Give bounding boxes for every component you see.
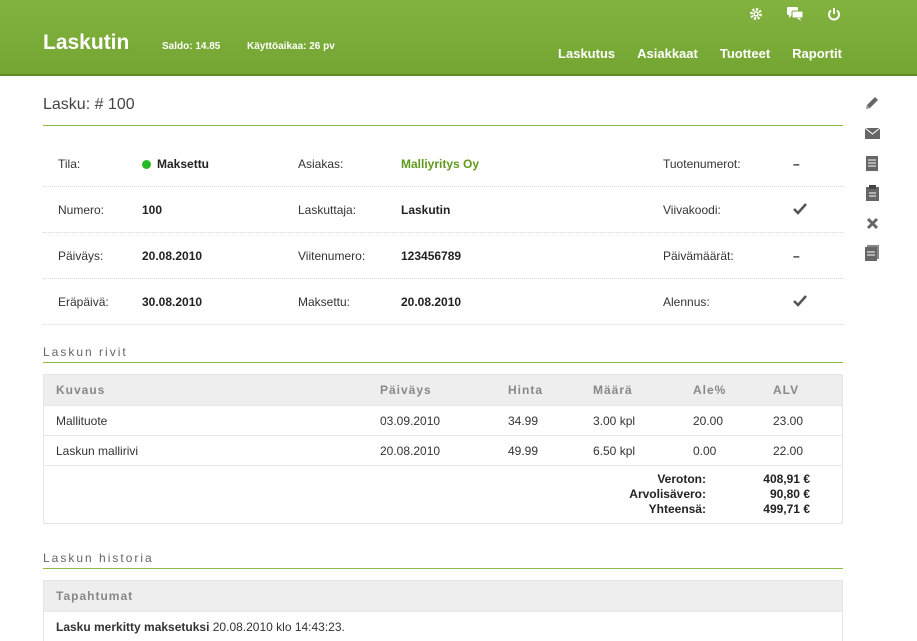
table-row: Laskun mallirivi 20.08.2010 49.99 6.50 k… (44, 435, 842, 465)
paid-value: 20.08.2010 (401, 295, 462, 309)
envelope-icon[interactable] (863, 124, 881, 142)
nav-raportit[interactable]: Raportit (792, 46, 842, 61)
table-cell: 20.08.2010 (380, 444, 441, 458)
power-icon[interactable] (825, 5, 842, 22)
saldo-text: Saldo: 14.85 (162, 41, 221, 52)
clipboard-icon[interactable] (863, 184, 881, 202)
biller-label: Laskuttaja: (298, 203, 357, 217)
info-row: Päiväys: 20.08.2010 Viitenumero: 1234567… (43, 233, 843, 279)
net-total-label: Veroton: (657, 472, 706, 486)
check-icon (793, 295, 807, 310)
info-row: Numero: 100 Laskuttaja: Laskutin Viivako… (43, 187, 843, 233)
title-divider (43, 125, 843, 126)
invoice-rows-table: Kuvaus Päiväys Hinta Määrä Ale% ALV Mall… (43, 374, 843, 524)
column-header[interactable]: Kuvaus (56, 383, 105, 397)
info-row: Tila: Maksettu Asiakas: Malliyritys Oy T… (43, 141, 843, 187)
nav-asiakkaat[interactable]: Asiakkaat (637, 46, 698, 61)
date-label: Päiväys: (58, 249, 104, 263)
product-numbers-label: Tuotenumerot: (663, 157, 741, 171)
reference-value: 123456789 (401, 249, 462, 263)
history-section-title: Laskun historia (43, 551, 154, 565)
table-header: Kuvaus Päiväys Hinta Määrä Ale% ALV (44, 375, 842, 405)
history-table: Tapahtumat Lasku merkitty maksetuksi 20.… (43, 580, 843, 641)
status-badge: Maksettu (142, 157, 209, 171)
table-cell: 0.00 (693, 444, 717, 458)
column-header[interactable]: ALV (773, 383, 799, 397)
vat-label: Arvolisävero: (629, 487, 706, 501)
vat-value: 90,80 € (769, 487, 810, 501)
invoice-info: Tila: Maksettu Asiakas: Malliyritys Oy T… (43, 141, 843, 325)
history-section-divider (43, 568, 843, 569)
gear-icon[interactable] (747, 5, 764, 22)
top-icons (747, 5, 842, 22)
status-dot (142, 160, 151, 169)
due-date-value: 30.08.2010 (142, 295, 203, 309)
copy-icon[interactable] (863, 244, 881, 262)
column-header[interactable]: Hinta (508, 383, 543, 397)
history-header: Tapahtumat (44, 581, 842, 611)
history-row: Lasku merkitty maksetuksi 20.08.2010 klo… (44, 611, 842, 641)
barcode-label: Viivakoodi: (663, 203, 721, 217)
history-event-time: 20.08.2010 klo 14:43:23. (209, 620, 345, 634)
column-header[interactable]: Ale% (693, 383, 726, 397)
due-date-label: Eräpäivä: (58, 295, 109, 309)
reference-label: Viitenumero: (298, 249, 366, 263)
nav-laskutus[interactable]: Laskutus (558, 46, 615, 61)
product-numbers-value: – (793, 157, 800, 171)
table-cell: 49.99 (508, 444, 539, 458)
page-title: Lasku: # 100 (43, 96, 135, 113)
brand-logo[interactable]: Laskutin (43, 31, 129, 55)
dates-label: Päivämäärät: (663, 249, 734, 263)
number-label: Numero: (58, 203, 105, 217)
column-header[interactable]: Määrä (593, 383, 633, 397)
grand-total-label: Yhteensä: (648, 502, 706, 516)
paid-label: Maksettu: (298, 295, 351, 309)
chat-icon[interactable] (786, 5, 803, 22)
status-value: Maksettu (157, 157, 210, 171)
status-label: Tila: (58, 157, 81, 171)
column-header[interactable]: Päiväys (380, 383, 432, 397)
table-cell: 3.00 kpl (593, 414, 636, 428)
table-cell: 23.00 (773, 414, 804, 428)
customer-label: Asiakas: (298, 157, 344, 171)
net-total-value: 408,91 € (763, 472, 810, 486)
table-cell: 03.09.2010 (380, 414, 441, 428)
info-row: Eräpäivä: 30.08.2010 Maksettu: 20.08.201… (43, 279, 843, 325)
table-cell: 6.50 kpl (593, 444, 636, 458)
number-value: 100 (142, 203, 163, 217)
table-cell: Laskun mallirivi (56, 444, 139, 458)
table-cell: Mallituote (56, 414, 108, 428)
side-toolbar (863, 94, 881, 274)
totals-block: Veroton: 408,91 € Arvolisävero: 90,80 € … (44, 465, 842, 523)
check-icon (793, 203, 807, 218)
rows-section-divider (43, 362, 843, 363)
document-icon[interactable] (863, 154, 881, 172)
customer-link[interactable]: Malliyritys Oy (401, 157, 479, 171)
table-cell: 22.00 (773, 444, 804, 458)
nav-tuotteet[interactable]: Tuotteet (720, 46, 770, 61)
pencil-icon[interactable] (863, 94, 881, 112)
main-nav: Laskutus Asiakkaat Tuotteet Raportit (558, 46, 842, 61)
grand-total-value: 499,71 € (763, 502, 810, 516)
table-cell: 20.00 (693, 414, 724, 428)
date-value: 20.08.2010 (142, 249, 203, 263)
table-row: Mallituote 03.09.2010 34.99 3.00 kpl 20.… (44, 405, 842, 435)
app-header: Laskutin Saldo: 14.85 Käyttöaikaa: 26 pv… (0, 0, 917, 76)
history-event: Lasku merkitty maksetuksi 20.08.2010 klo… (56, 620, 345, 634)
table-cell: 34.99 (508, 414, 539, 428)
column-header: Tapahtumat (56, 589, 134, 603)
usage-time-text: Käyttöaikaa: 26 pv (247, 41, 335, 52)
biller-value: Laskutin (401, 203, 451, 217)
rows-section-title: Laskun rivit (43, 345, 128, 359)
dates-value: – (793, 249, 800, 263)
history-event-title: Lasku merkitty maksetuksi (56, 620, 210, 634)
close-icon[interactable] (863, 214, 881, 232)
discount-label: Alennus: (663, 295, 710, 309)
